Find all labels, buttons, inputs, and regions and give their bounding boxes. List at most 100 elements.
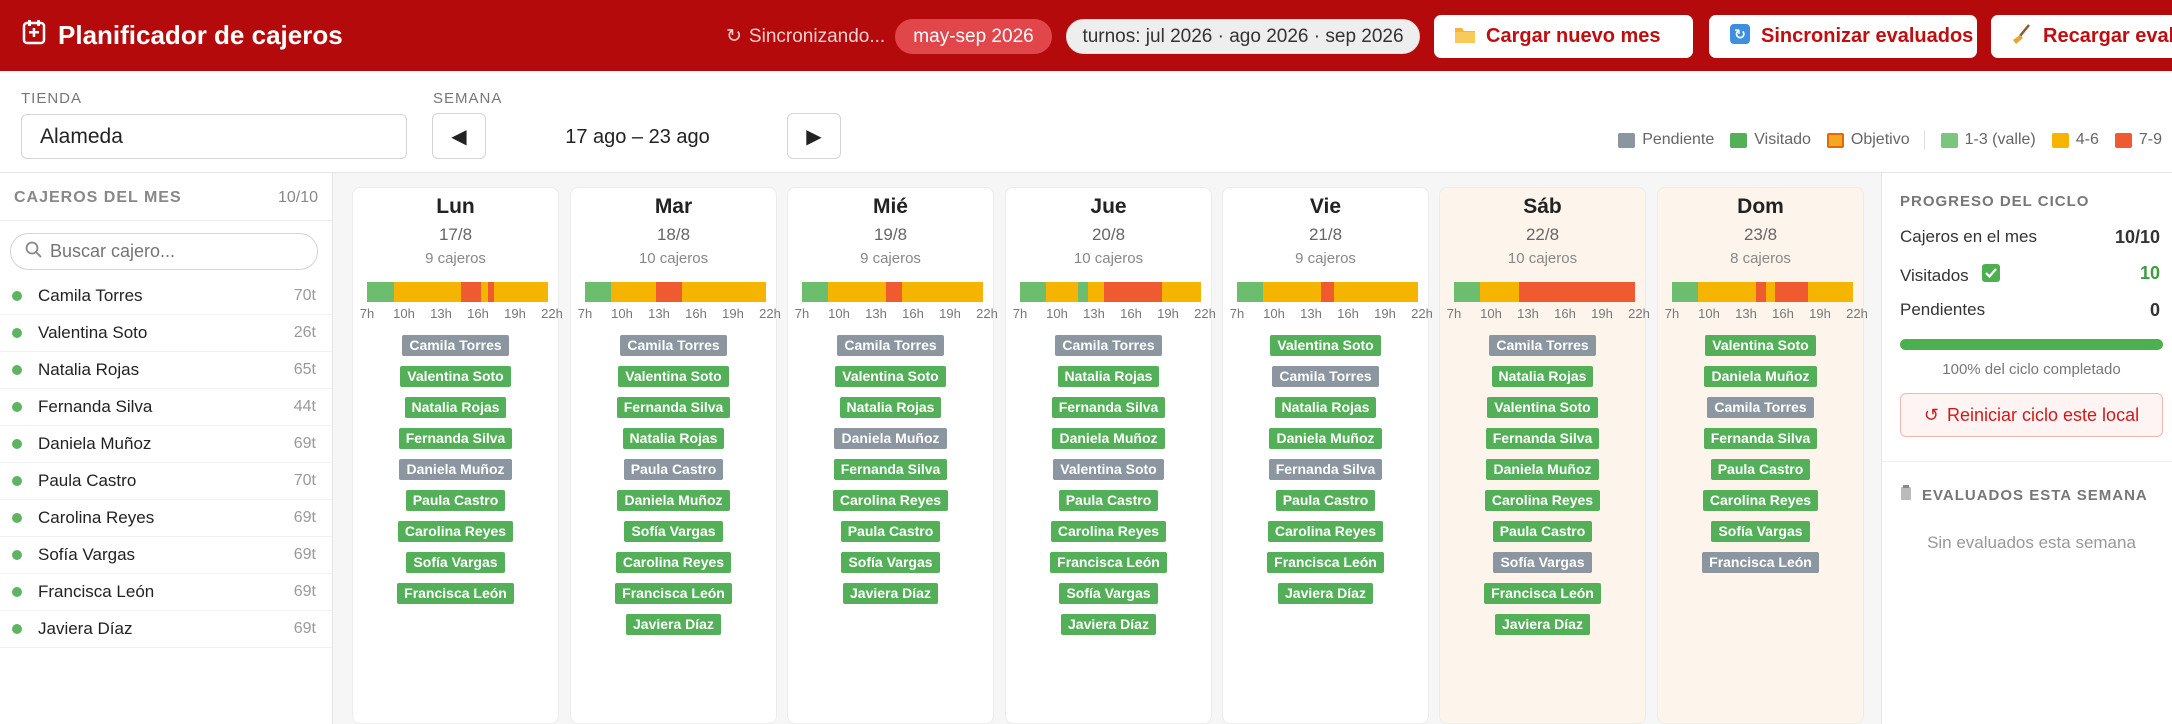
cashier-chip[interactable]: Paula Castro [1058, 490, 1159, 511]
cashier-chip[interactable]: Natalia Rojas [1491, 366, 1594, 387]
cashier-item[interactable]: Sofía Vargas 69t [0, 537, 332, 574]
cashier-chip[interactable]: Carolina Reyes [1050, 521, 1167, 542]
cashier-name: Carolina Reyes [38, 508, 155, 527]
cashier-chip[interactable]: Natalia Rojas [404, 397, 507, 418]
cashier-chip[interactable]: Valentina Soto [400, 366, 511, 387]
cashier-chip[interactable]: Francisca León [1484, 583, 1601, 604]
cashier-chip[interactable]: Daniela Muñoz [1269, 428, 1382, 449]
cashier-chip[interactable]: Fernanda Silva [398, 428, 513, 449]
cashier-chip[interactable]: Sofía Vargas [1711, 521, 1810, 542]
cashier-chip[interactable]: Francisca León [615, 583, 732, 604]
cashier-chip[interactable]: Javiera Díaz [1495, 614, 1590, 635]
cashier-item[interactable]: Valentina Soto 26t [0, 315, 332, 352]
cashier-chip[interactable]: Paula Castro [405, 490, 506, 511]
day-date: 18/8 [656, 225, 691, 244]
cashier-name: Daniela Muñoz [38, 434, 152, 453]
cashier-chip[interactable]: Sofía Vargas [841, 552, 940, 573]
cashier-chip[interactable]: Sofía Vargas [406, 552, 505, 573]
cashier-chip[interactable]: Paula Castro [1275, 490, 1376, 511]
cashier-chip[interactable]: Fernanda Silva [1051, 397, 1166, 418]
cashier-chip[interactable]: Javiera Díaz [843, 583, 938, 604]
cashier-item[interactable]: Fernanda Silva 44t [0, 389, 332, 426]
hour-ticks: 7h 10h 13h 16h 19h 22h [359, 306, 563, 321]
hour-tick: 13h [430, 306, 452, 321]
cashier-chip[interactable]: Camila Torres [620, 335, 727, 356]
cashier-chip[interactable]: Carolina Reyes [615, 552, 732, 573]
intensity-segment [1078, 282, 1089, 302]
week-days: Lun 17/8 9 cajeros 7h 10h 13h 16h 19h 22h Camila … [352, 187, 1868, 724]
cashier-item[interactable]: Paula Castro 70t [0, 463, 332, 500]
search-input[interactable] [50, 241, 290, 262]
status-dot [12, 513, 22, 523]
cashier-chip[interactable]: Paula Castro [1492, 521, 1593, 542]
cashier-chip[interactable]: Camila Torres [1489, 335, 1596, 356]
cashier-chip[interactable]: Fernanda Silva [1268, 459, 1383, 480]
turnos-pill: turnos: jul 2026 · ago 2026 · sep 2026 [1066, 19, 1420, 54]
cashier-chip[interactable]: Carolina Reyes [832, 490, 949, 511]
cashier-item[interactable]: Francisca León 69t [0, 574, 332, 611]
cashier-chip[interactable]: Javiera Díaz [626, 614, 721, 635]
cashier-chip[interactable]: Francisca León [397, 583, 514, 604]
cashier-chip[interactable]: Valentina Soto [835, 366, 946, 387]
cashier-chip[interactable]: Javiera Díaz [1278, 583, 1373, 604]
cashier-chip[interactable]: Sofía Vargas [624, 521, 723, 542]
cashier-chip[interactable]: Daniela Muñoz [834, 428, 947, 449]
cashier-chip[interactable]: Sofía Vargas [1493, 552, 1592, 573]
cashier-chip[interactable]: Natalia Rojas [622, 428, 725, 449]
cashier-chip[interactable]: Paula Castro [1710, 459, 1811, 480]
prev-week-button[interactable]: ◀ [432, 113, 486, 159]
cashier-item[interactable]: Camila Torres 70t [0, 278, 332, 315]
cashier-chip[interactable]: Natalia Rojas [839, 397, 942, 418]
cashier-item[interactable]: Daniela Muñoz 69t [0, 426, 332, 463]
cashier-chip[interactable]: Carolina Reyes [1484, 490, 1601, 511]
cashier-chip[interactable]: Camila Torres [1272, 366, 1379, 387]
cashier-chip[interactable]: Paula Castro [840, 521, 941, 542]
cashier-chip[interactable]: Daniela Muñoz [1486, 459, 1599, 480]
cashier-item[interactable]: Javiera Díaz 69t [0, 611, 332, 648]
cashier-chip[interactable]: Carolina Reyes [397, 521, 514, 542]
cashier-chip[interactable]: Sofía Vargas [1059, 583, 1158, 604]
range-pill[interactable]: may-sep 2026 [895, 19, 1052, 54]
cashier-chip[interactable]: Valentina Soto [618, 366, 729, 387]
cashier-chip[interactable]: Natalia Rojas [1057, 366, 1160, 387]
cashier-chip[interactable]: Fernanda Silva [1703, 428, 1818, 449]
cashier-chip[interactable]: Camila Torres [837, 335, 944, 356]
cashier-chip[interactable]: Valentina Soto [1487, 397, 1598, 418]
cashier-chips: Valentina Soto Camila Torres Natalia Rojas… [1223, 335, 1428, 604]
cashier-chip[interactable]: Valentina Soto [1705, 335, 1816, 356]
cashier-chip[interactable]: Camila Torres [1707, 397, 1814, 418]
intensity-bar [367, 282, 548, 302]
legend-item-4-6: 4-6 [2051, 131, 2099, 149]
cashier-chip[interactable]: Francisca León [1267, 552, 1384, 573]
next-week-button[interactable]: ▶ [787, 113, 841, 159]
cashier-chip[interactable]: Carolina Reyes [1267, 521, 1384, 542]
cashier-chip[interactable]: Fernanda Silva [1485, 428, 1600, 449]
cashier-chip[interactable]: Camila Torres [402, 335, 509, 356]
cashier-chip[interactable]: Camila Torres [1055, 335, 1162, 356]
cashier-item[interactable]: Carolina Reyes 69t [0, 500, 332, 537]
cashier-chip[interactable]: Daniela Muñoz [1052, 428, 1165, 449]
cashier-chip[interactable]: Daniela Muñoz [617, 490, 730, 511]
cashier-chip[interactable]: Carolina Reyes [1702, 490, 1819, 511]
cashier-chip[interactable]: Daniela Muñoz [399, 459, 512, 480]
cashier-chip[interactable]: Francisca León [1702, 552, 1819, 573]
cashier-chip[interactable]: Francisca León [1050, 552, 1167, 573]
cashier-chip[interactable]: Fernanda Silva [616, 397, 731, 418]
cashier-chip[interactable]: Fernanda Silva [833, 459, 948, 480]
legend-item-valle: 1-3 (valle) [1940, 131, 2036, 149]
cashier-chip[interactable]: Paula Castro [623, 459, 724, 480]
cashier-item[interactable]: Natalia Rojas 65t [0, 352, 332, 389]
cashier-chip[interactable]: Daniela Muñoz [1704, 366, 1817, 387]
tienda-input[interactable] [21, 114, 407, 159]
cashier-chip[interactable]: Valentina Soto [1053, 459, 1164, 480]
recargar-evaluados-button[interactable]: Recargar evaluados [1991, 15, 2172, 58]
cashier-chip[interactable]: Valentina Soto [1270, 335, 1381, 356]
reiniciar-ciclo-button[interactable]: ↺ Reiniciar ciclo este local [1900, 393, 2163, 437]
app-title-text: Planificador de cajeros [58, 20, 343, 50]
cashier-chip[interactable]: Natalia Rojas [1274, 397, 1377, 418]
sincronizar-evaluados-button[interactable]: ↻ Sincronizar evaluados [1709, 15, 1977, 58]
cargar-nuevo-mes-button[interactable]: Cargar nuevo mes [1434, 15, 1693, 58]
hour-tick: 16h [1554, 306, 1576, 321]
cashier-chip[interactable]: Javiera Díaz [1061, 614, 1156, 635]
intensity-segment [1672, 282, 1698, 302]
